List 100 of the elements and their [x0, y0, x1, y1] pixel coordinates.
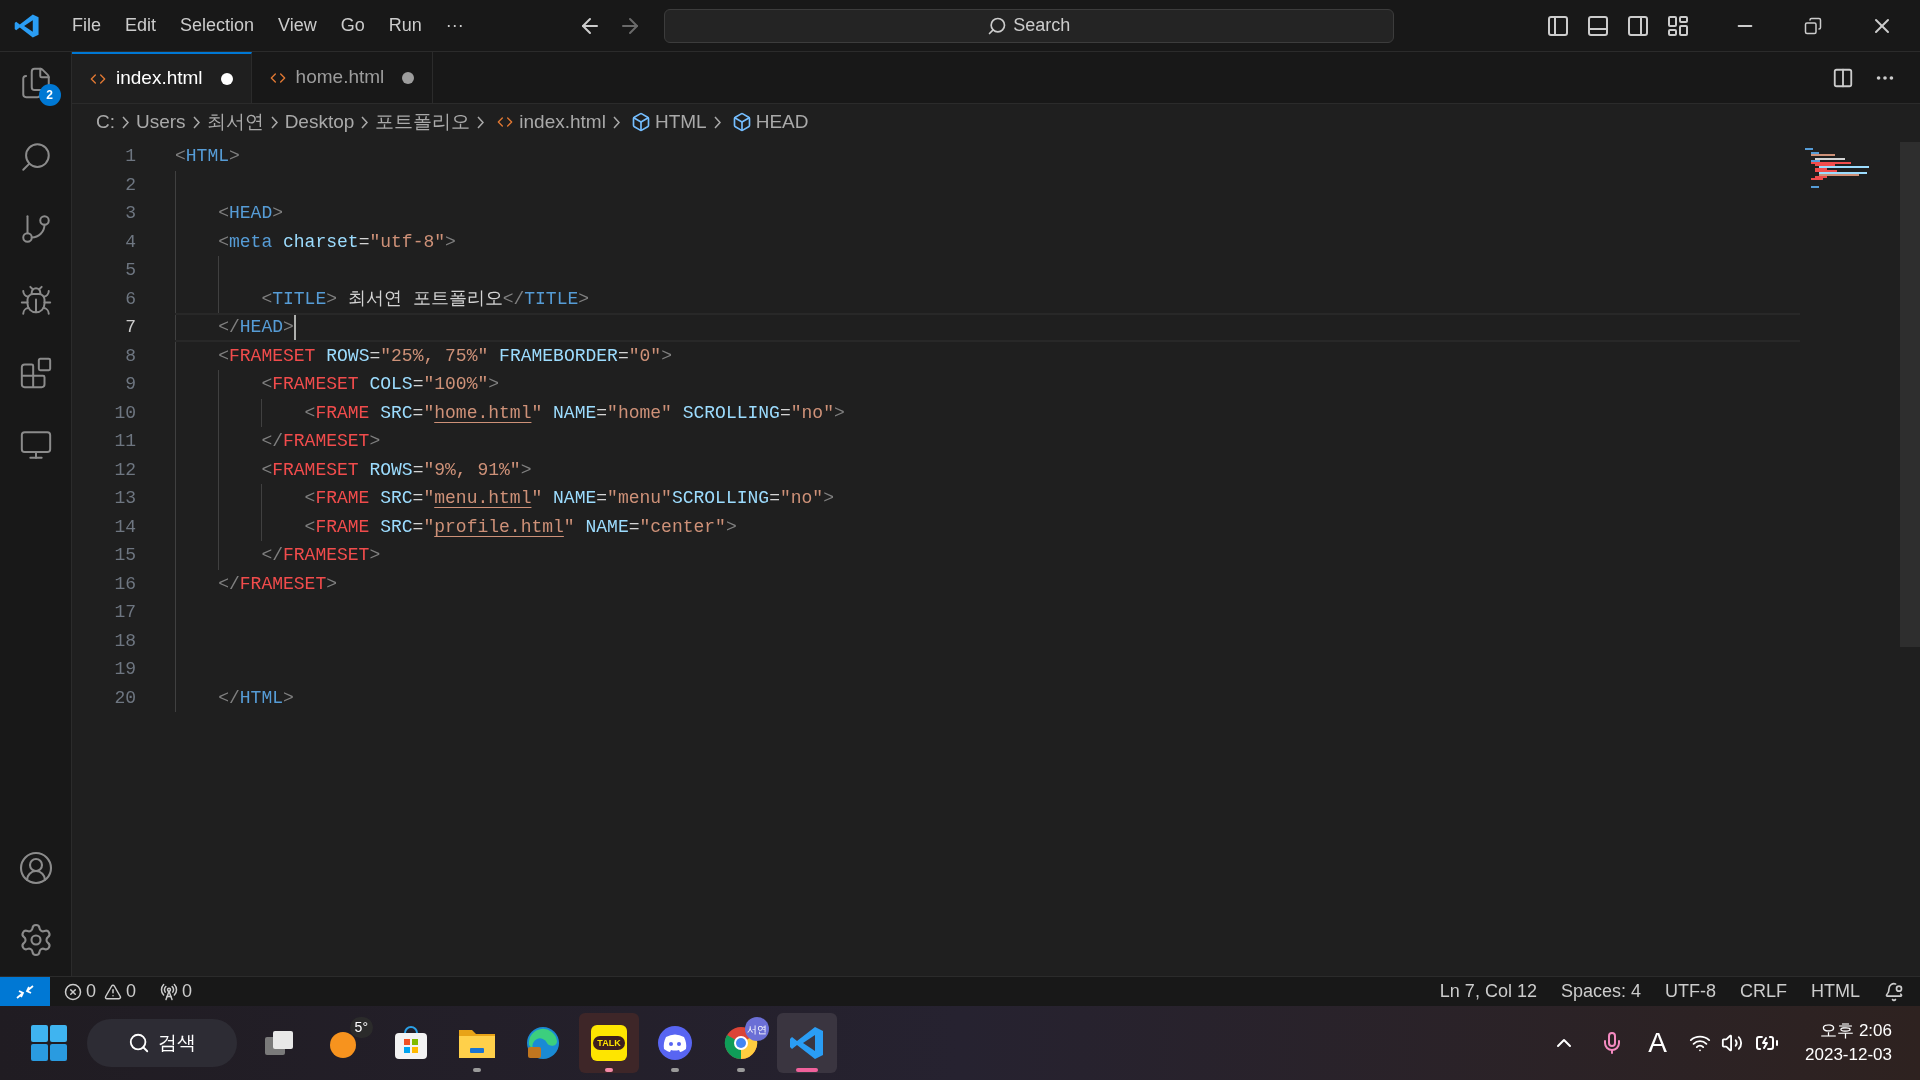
shopping-bag-icon: [393, 1025, 429, 1061]
menu-item[interactable]: View: [268, 12, 327, 39]
line-number: 19: [113, 658, 136, 681]
chevron-icon: [361, 115, 369, 129]
blocks-icon[interactable]: [18, 356, 53, 390]
breadcrumb-item[interactable]: 최서연: [206, 107, 264, 137]
ribbon-logo-icon: [14, 12, 40, 39]
search-icon: [128, 1032, 150, 1054]
search-field[interactable]: Search: [663, 8, 1394, 43]
volume-icon[interactable]: [1721, 1032, 1744, 1054]
search-placeholder: Search: [1013, 14, 1071, 37]
menu-item[interactable]: Selection: [170, 12, 265, 39]
search-placeholder: 검색: [158, 1030, 196, 1055]
code-line: <meta charset="utf-8">: [218, 230, 456, 254]
input-method-indicator[interactable]: A: [1648, 1022, 1668, 1064]
running-indicator: [605, 1068, 613, 1072]
line-number: 12: [113, 458, 136, 482]
chevron-icon: [122, 115, 129, 129]
running-indicator: [473, 1068, 481, 1072]
line-number: 4: [124, 230, 136, 254]
menu-item[interactable]: ···: [435, 12, 474, 39]
code-line: <HEAD>: [218, 202, 284, 226]
clock-time[interactable]: 오후 2:06: [1820, 1019, 1892, 1043]
cube-icon: [630, 112, 651, 132]
chevron-icon: [612, 115, 620, 129]
chevron-icon: [713, 115, 721, 129]
ports-button[interactable]: 0: [160, 978, 193, 1005]
notification-badge: 2: [38, 84, 61, 106]
menu-item[interactable]: Run: [378, 12, 432, 39]
bell-icon[interactable]: [1884, 981, 1904, 1002]
menu-item[interactable]: Go: [330, 12, 375, 39]
line-number: 16: [113, 572, 136, 596]
status-item[interactable]: HTML: [1811, 978, 1860, 1005]
panel-right-icon[interactable]: [1626, 13, 1650, 38]
status-item[interactable]: CRLF: [1740, 978, 1787, 1005]
wave-logo-icon: [525, 1025, 561, 1061]
cube-icon: [731, 112, 752, 132]
taskbar-search-field[interactable]: 검색: [87, 1019, 237, 1067]
warning-icon: [104, 982, 122, 1001]
code-file-icon: [497, 114, 514, 130]
text-cursor: [293, 315, 296, 340]
game-controller-face-icon: [657, 1025, 693, 1061]
code-line: </HEAD>: [218, 316, 294, 340]
minimap: [1805, 148, 1871, 188]
line-number: 20: [113, 686, 136, 710]
line-number: 6: [124, 287, 136, 311]
remote-arrows-icon: [15, 983, 35, 1000]
status-item[interactable]: Ln 7, Col 12: [1439, 978, 1537, 1005]
layout-icon[interactable]: [1666, 13, 1690, 38]
breadcrumb-item[interactable]: HEAD: [755, 107, 809, 137]
taskbar-app[interactable]: 5°: [315, 1013, 375, 1073]
port-count: 0: [182, 980, 193, 1003]
monitor-icon[interactable]: [18, 428, 53, 462]
taskbar-app[interactable]: TALK: [579, 1013, 639, 1073]
breadcrumb-item[interactable]: index.html: [519, 107, 606, 137]
code-line: <FRAME SRC="profile.html" NAME="center">: [304, 515, 737, 539]
account-icon[interactable]: [17, 850, 54, 886]
breadcrumb-item[interactable]: Users: [136, 107, 186, 137]
chevron-icon: [270, 115, 278, 129]
panel-left-icon[interactable]: [1546, 13, 1570, 38]
split-editor-icon[interactable]: [1832, 66, 1854, 89]
breadcrumb-item[interactable]: C:: [96, 107, 115, 137]
code-line: <FRAMESET ROWS="9%, 91%">: [261, 458, 532, 482]
four-squares-icon[interactable]: [31, 1025, 67, 1061]
line-number: 13: [113, 487, 136, 510]
panel-bottom-icon[interactable]: [1586, 13, 1610, 38]
code-line: </FRAMESET>: [261, 430, 381, 454]
menu-item[interactable]: Edit: [115, 12, 167, 39]
menu-item[interactable]: File: [62, 12, 111, 39]
bug-icon[interactable]: [18, 284, 53, 318]
warning-count: 0: [126, 980, 137, 1003]
line-number: 7: [124, 316, 136, 339]
line-number: 18: [113, 629, 136, 653]
chevron-icon: [477, 115, 485, 129]
code-line: </HTML>: [218, 686, 294, 710]
editor-tab[interactable]: index.html: [72, 52, 252, 103]
breadcrumb-item[interactable]: Desktop: [284, 107, 355, 137]
status-item[interactable]: Spaces: 4: [1560, 978, 1641, 1005]
line-number: 3: [124, 202, 136, 225]
status-item[interactable]: UTF-8: [1665, 978, 1716, 1005]
breadcrumb-item[interactable]: HTML: [654, 107, 707, 137]
restore-icon[interactable]: [1804, 16, 1822, 35]
line-number: 2: [124, 173, 136, 197]
line-number: 5: [124, 259, 136, 282]
clock-date[interactable]: 2023-12-03: [1805, 1043, 1892, 1067]
running-indicator: [796, 1068, 818, 1072]
breadcrumb-item[interactable]: 포트폴리오: [375, 107, 471, 137]
remote-button[interactable]: [0, 977, 50, 1006]
line-number: 9: [124, 373, 136, 396]
code-line: <HTML>: [175, 145, 240, 169]
running-indicator: [671, 1068, 679, 1072]
ribbon-logo-icon: [789, 1025, 825, 1061]
code-line: <FRAMESET ROWS="25%, 75%" FRAMEBORDER="0">: [218, 344, 672, 368]
taskbar-app[interactable]: 서연: [711, 1013, 771, 1073]
code-line: <FRAME SRC="home.html" NAME="home" SCROLLING="no">: [304, 401, 845, 425]
code-line: <FRAMESET COLS="100%">: [261, 373, 500, 397]
line-number: 10: [113, 401, 136, 425]
problems-button[interactable]: 0 0: [64, 978, 137, 1005]
code-line: <TITLE> 최서연 포트폴리오</TITLE>: [261, 287, 590, 311]
temperature-label: 5°: [349, 1017, 373, 1038]
